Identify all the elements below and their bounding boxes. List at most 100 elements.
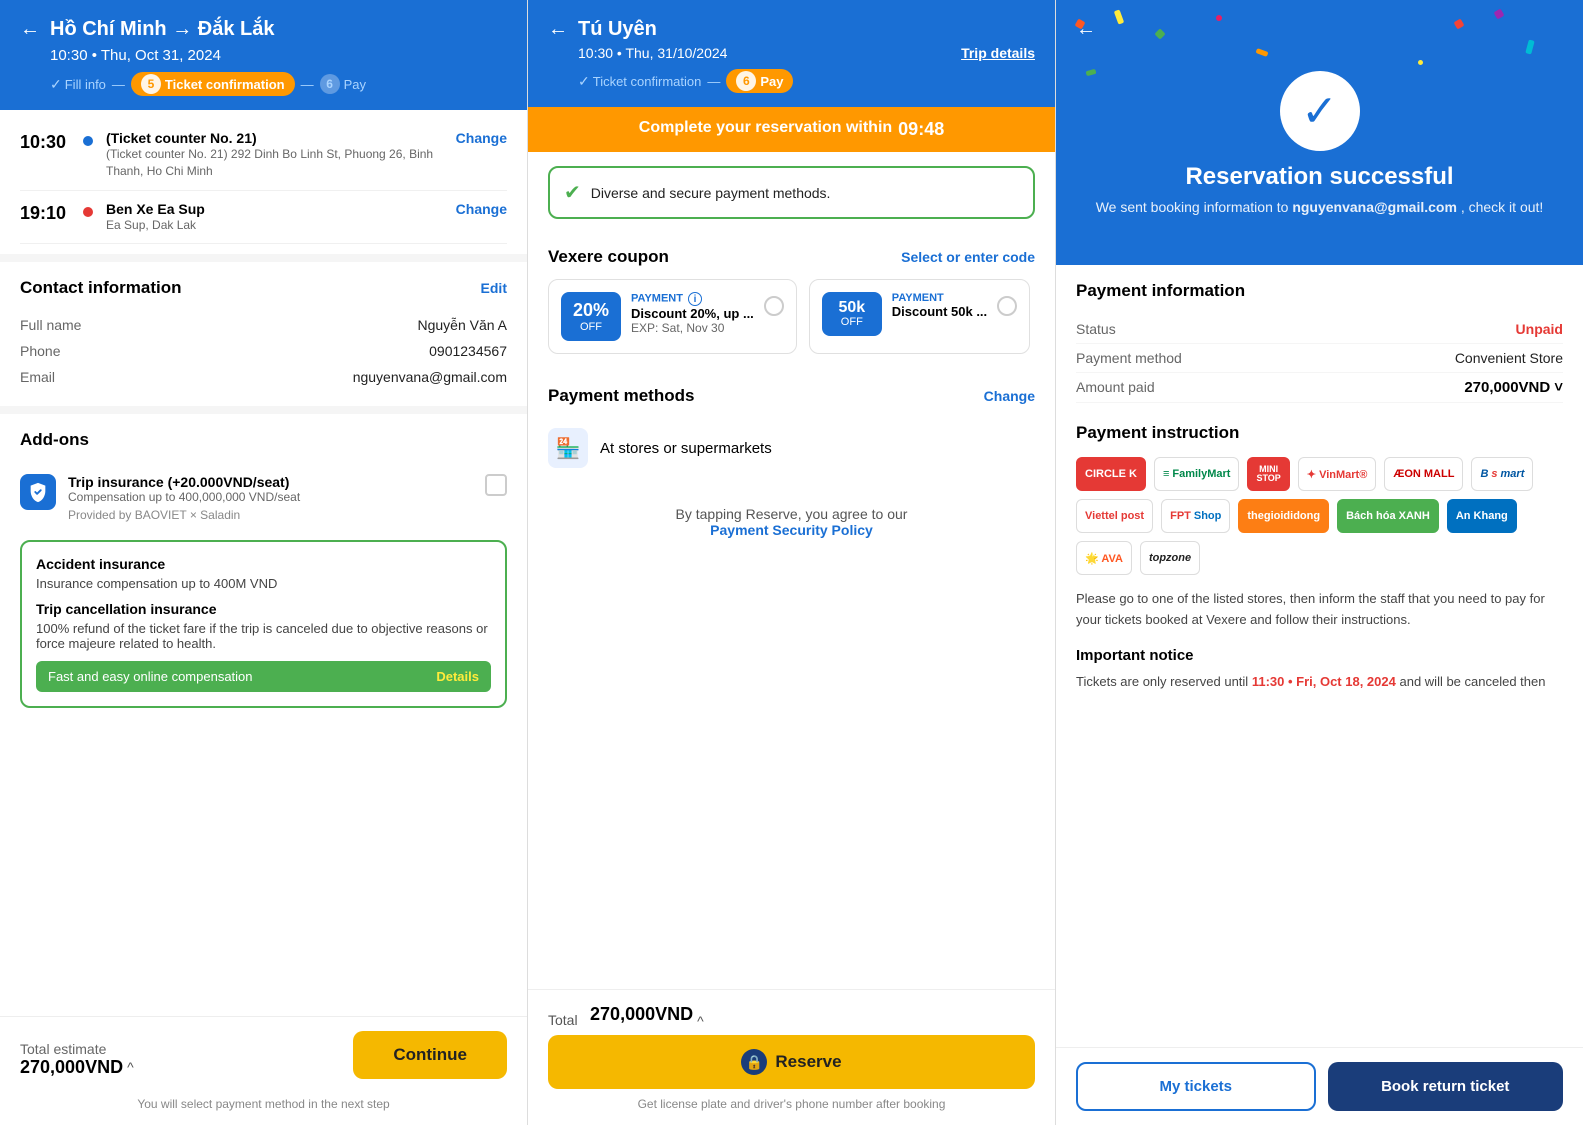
arrival-address: Ea Sup, Dak Lak [106,217,446,234]
back-icon-p3[interactable]: ← [1076,18,1096,41]
insurance-title: Trip insurance (+20.000VND/seat) [68,474,473,490]
insurance-item: Trip insurance (+20.000VND/seat) Compens… [20,464,507,532]
payment-instruction-desc: Please go to one of the listed stores, t… [1076,589,1563,631]
accident-insurance-text: Insurance compensation up to 400M VND [36,576,491,591]
insurance-icon [20,474,56,510]
p2-date: 10:30 • Thu, 31/10/2024 [578,45,727,61]
ticket-expiry: 11:30 • Fri, Oct 18, 2024 [1252,674,1396,689]
insurance-details-link[interactable]: Details [436,669,479,684]
store-logos-grid: CIRCLE K ≡ FamilyMart MINISTOP ✦ VinMart… [1076,457,1563,575]
book-return-ticket-button[interactable]: Book return ticket [1328,1062,1564,1111]
departure-address: (Ticket counter No. 21) 292 Dinh Bo Linh… [106,146,446,180]
step-pay-p1: 6 Pay [320,74,366,94]
footer-note: You will select payment method in the ne… [20,1097,507,1111]
success-subtitle: We sent booking information to nguyenvan… [1096,199,1544,215]
payment-instruction-title: Payment instruction [1076,423,1563,443]
store-ministop: MINISTOP [1247,457,1289,491]
insurance-checkbox[interactable] [485,474,507,496]
accident-insurance-title: Accident insurance [36,556,491,572]
addons-title: Add-ons [20,430,507,450]
success-title: Reservation successful [1185,163,1453,191]
payment-info-title: Payment information [1076,281,1563,301]
store-bsmart: Bsmart [1471,457,1533,491]
departure-time: 10:30 [20,130,80,153]
reserve-shield-icon: 🔒 [741,1049,767,1075]
coupon-desc-1: Discount 20%, up ... [631,306,754,321]
p2-step-confirmation: ✓ Ticket confirmation [578,73,701,90]
coupon-type-1: PAYMENT i [631,292,754,306]
step-ticket-confirmation: 5 Ticket confirmation [131,72,295,96]
cancellation-insurance-title: Trip cancellation insurance [36,601,491,617]
my-tickets-button[interactable]: My tickets [1076,1062,1316,1111]
change-arrival-btn[interactable]: Change [456,201,507,217]
coupon-list: 20% OFF PAYMENT i Discount 20%, up ... E… [548,279,1035,358]
secure-icon: ✔ [564,180,581,205]
store-circle-k: CIRCLE K [1076,457,1146,491]
total-caret: ^ [127,1059,134,1075]
step-fill-info: ✓ Fill info [50,76,106,93]
payment-security-policy-link[interactable]: Payment Security Policy [710,522,873,538]
arrival-location: Ben Xe Ea Sup [106,201,446,217]
change-departure-btn[interactable]: Change [456,130,507,146]
store-topzone: topzone [1140,541,1200,575]
contact-fullname-row: Full name Nguyễn Văn A [20,312,507,338]
reservation-timer: Complete your reservation within 09:48 [528,107,1055,152]
total-label: Total estimate [20,1041,134,1057]
store-thegioidong: thegioididong [1238,499,1329,533]
payment-option-label: At stores or supermarkets [600,440,772,457]
p1-date: 10:30 • Thu, Oct 31, 2024 [50,47,507,64]
contact-email-row: Email nguyenvana@gmail.com [20,364,507,390]
timer-value: 09:48 [898,119,944,140]
back-icon-p2[interactable]: ← [548,18,568,41]
coupon-radio-1[interactable] [764,296,784,316]
time-row-arrival: 19:10 Ben Xe Ea Sup Ea Sup, Dak Lak Chan… [20,191,507,245]
store-ava: 🌟 AVA [1076,541,1132,575]
p2-total-label: Total [548,1012,578,1028]
back-icon-p1[interactable]: ← [20,18,40,41]
p2-total-caret: ^ [697,1013,704,1029]
trip-details-link[interactable]: Trip details [961,45,1035,61]
secure-text: Diverse and secure payment methods. [591,185,831,201]
coupon-radio-2[interactable] [997,296,1017,316]
p2-total-value: 270,000VND [590,1004,693,1025]
coupon-card-1[interactable]: 20% OFF PAYMENT i Discount 20%, up ... E… [548,279,797,354]
departure-location: (Ticket counter No. 21) [106,130,446,146]
secure-payment-banner: ✔ Diverse and secure payment methods. [548,166,1035,219]
coupon-type-2: PAYMENT [892,292,987,304]
store-aeon: ÆON MALL [1384,457,1463,491]
change-payment-btn[interactable]: Change [984,388,1035,404]
important-notice-text: Tickets are only reserved until 11:30 • … [1076,672,1563,693]
payment-method-row: Payment method Convenient Store [1076,344,1563,373]
amount-paid-row: Amount paid 270,000VND ˅ [1076,373,1563,403]
store-vinmart: ✦ VinMart® [1298,457,1377,491]
coupon-title: Vexere coupon [548,247,669,267]
payment-status-row: Status Unpaid [1076,315,1563,344]
amount-paid-value: 270,000VND ˅ [1464,379,1563,396]
important-notice-title: Important notice [1076,647,1563,664]
p2-passenger-name: Tú Uyên [578,18,657,41]
store-familymart: ≡ FamilyMart [1154,457,1240,491]
payment-method-value: Convenient Store [1455,350,1563,366]
insurance-sub: Compensation up to 400,000,000 VND/seat [68,490,473,504]
store-payment-icon: 🏪 [548,428,588,468]
reserve-button[interactable]: 🔒 Reserve [548,1035,1035,1089]
check-icon: ✓ [1301,86,1338,137]
coupon-desc-2: Discount 50k ... [892,304,987,319]
store-bachhoaxanh: Bách hóa XANH [1337,499,1439,533]
total-value: 270,000VND [20,1057,123,1078]
time-row-departure: 10:30 (Ticket counter No. 21) (Ticket co… [20,120,507,191]
insurance-footer-text: Fast and easy online compensation [48,669,253,684]
select-coupon-link[interactable]: Select or enter code [901,249,1035,265]
contact-title: Contact information [20,278,182,298]
amount-caret: ˅ [1554,379,1563,396]
store-ankhang: An Khang [1447,499,1517,533]
payment-option-store: 🏪 At stores or supermarkets [548,418,1035,478]
p1-route: Hồ Chí Minh → Đắk Lắk [50,18,274,41]
success-check-circle: ✓ [1280,71,1360,151]
store-viettel-post: Viettel post [1076,499,1153,533]
edit-contact-btn[interactable]: Edit [481,280,507,296]
cancellation-insurance-text: 100% refund of the ticket fare if the tr… [36,621,491,651]
continue-button[interactable]: Continue [353,1031,507,1079]
coupon-exp-1: EXP: Sat, Nov 30 [631,321,754,335]
coupon-card-2[interactable]: 50k OFF PAYMENT Discount 50k ... [809,279,1030,354]
